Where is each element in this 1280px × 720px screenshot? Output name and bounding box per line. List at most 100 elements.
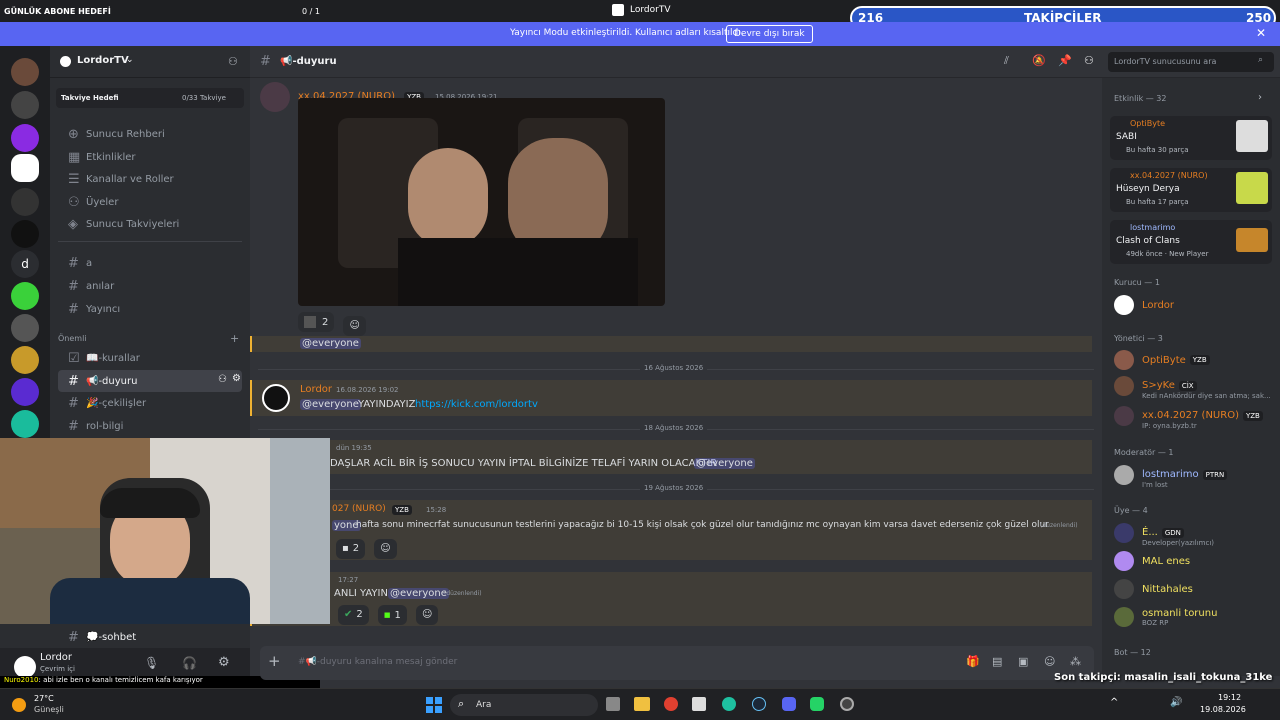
emoji-icon[interactable]: ☺ [1044,655,1055,668]
attached-image[interactable] [298,98,665,306]
mute-icon[interactable]: 🔕 [1032,54,1046,67]
server-icon[interactable] [11,124,39,152]
reaction[interactable]: ■ 1 [377,605,407,625]
obs-icon[interactable] [840,697,854,711]
sticker-icon[interactable]: ▣ [1018,655,1028,668]
member-item[interactable]: OptiByte YZB [1114,349,1274,371]
server-icon[interactable] [11,378,39,406]
boost-icon: ◈ [68,216,78,232]
headphones-icon[interactable]: 🎧 [182,656,197,670]
server-icon[interactable]: d [11,250,39,278]
windows-start-icon[interactable] [426,697,442,713]
app-icon[interactable] [692,697,706,711]
activity-card[interactable]: lostmarimo Clash of Clans 49dk önce · Ne… [1110,220,1272,264]
avatar[interactable] [262,384,290,412]
channel-rol-bilgi[interactable]: # rol-bilgi [58,415,242,437]
member-item[interactable]: osmanli torunu BOZ RP [1114,604,1274,630]
volume-icon[interactable]: 🔊 [1170,697,1182,708]
member-item[interactable]: MAL enes [1114,550,1274,572]
gift-icon[interactable]: 🎁 [966,655,980,668]
server-icon[interactable] [11,346,39,374]
settings-gear-icon[interactable]: ⚙ [218,655,230,670]
channel-duyuru[interactable]: # 📢-duyuru ⚇ ⚙ [58,370,242,392]
nav-channels-roles[interactable]: ☰ Kanallar ve Roller [58,168,242,190]
server-icon[interactable] [11,220,39,248]
server-icon[interactable] [11,58,39,86]
avatar[interactable] [260,82,290,112]
reaction[interactable]: 2 [298,312,335,332]
channel-yayinci[interactable]: # Yayıncı [58,298,242,320]
weather-temp[interactable]: 27°C [34,694,54,703]
server-icon[interactable] [11,91,39,119]
tray-chevron-icon[interactable]: ^ [1110,697,1118,708]
server-header[interactable]: LordorTV ⌄ ⚇ [50,46,250,78]
member-item[interactable]: Lordor [1114,294,1274,316]
clock-date[interactable]: 19.08.2026 [1200,705,1246,714]
server-icon[interactable] [11,188,39,216]
message-author[interactable]: Lordor [300,384,332,395]
boost-goal[interactable]: Takviye Hedefi 0/33 Takviye [56,88,244,108]
message-input[interactable]: #📢-duyuru kanalına mesaj gönder [298,657,457,667]
message-author[interactable]: 027 (NURO) [332,504,386,514]
add-user-icon[interactable]: ⚇ [228,55,238,68]
reaction[interactable]: ✔ 2 [338,604,369,625]
close-icon[interactable]: ✕ [1256,26,1266,40]
add-reaction-button[interactable]: ☺ [415,604,439,625]
channel-cekilisler[interactable]: # 🎉-çekilişler [58,392,242,414]
server-icon[interactable] [11,282,39,310]
add-member-icon[interactable]: ⚇ [218,374,227,385]
reaction[interactable]: ▪ 2 [336,538,366,559]
mention[interactable]: @everyone [300,399,361,410]
file-explorer-icon[interactable] [634,697,650,711]
gif-icon[interactable]: ▤ [992,655,1002,668]
discord-icon[interactable] [782,697,796,711]
add-channel-icon[interactable]: + [230,332,239,345]
task-view-icon[interactable] [606,697,620,711]
nav-server-guide[interactable]: ⊕ Sunucu Rehberi [58,123,242,145]
member-list-icon[interactable]: ⚇ [1084,54,1094,67]
channel-a[interactable]: # a [58,252,242,274]
microphone-icon[interactable]: 🎙 [144,656,159,670]
server-icon[interactable] [11,410,39,438]
chevron-right-icon[interactable]: › [1258,92,1262,103]
add-reaction-button[interactable]: ☺ [374,538,397,559]
role-header: Yönetici — 3 [1114,334,1163,343]
pin-icon[interactable]: 📌 [1058,54,1072,67]
member-item[interactable]: S>yKe CİX Kedi nAnkördür diye san atma; sa… [1114,373,1274,400]
steam-icon[interactable] [752,697,766,711]
edge-icon[interactable] [722,697,736,711]
channel-anilar[interactable]: # anılar [58,275,242,297]
chrome-icon[interactable] [664,697,678,711]
nav-server-boosts[interactable]: ◈ Sunucu Takviyeleri [58,213,242,235]
taskbar-search[interactable]: ⌕ Ara [450,694,598,716]
clock-time[interactable]: 19:12 [1218,693,1241,702]
threads-icon[interactable]: ⫽ [1004,54,1009,68]
apps-icon[interactable]: ⁂ [1070,655,1081,668]
activity-title: Clash of Clans [1116,236,1180,246]
mention[interactable]: @everyone [694,458,755,469]
whatsapp-icon[interactable] [810,697,824,711]
add-reaction-button[interactable]: ☺ [343,315,366,336]
avatar[interactable] [14,656,36,678]
channel-sohbet[interactable]: # 💭-sohbet [58,626,238,648]
nav-members[interactable]: ⚇ Üyeler [58,191,242,213]
search-input[interactable]: LordorTV sunucusunu ara ⌕ [1108,52,1274,72]
member-item[interactable]: É... GDN Developer(yazılımcı) [1114,520,1274,547]
nav-events[interactable]: ▦ Etkinlikler [58,146,242,168]
lordortv-server-icon[interactable] [11,154,39,182]
mention[interactable]: @everyone [388,588,449,599]
member-item[interactable]: lostmarimo PTRN I'm lost [1114,462,1274,489]
message-link[interactable]: https://kick.com/lordortv [415,399,538,410]
server-icon[interactable] [11,314,39,342]
category-onemli[interactable]: Önemli [58,334,87,343]
activity-card[interactable]: xx.04.2027 (NURO) Hüseyn Derya Bu hafta … [1110,168,1272,212]
reactions: 2 ☺ [298,312,370,336]
add-attachment-icon[interactable]: + [268,652,281,670]
gear-icon[interactable]: ⚙ [232,373,241,384]
activity-card[interactable]: OptiByte SABI Bu hafta 30 parça [1110,116,1272,160]
member-item[interactable]: Nittahales [1114,578,1274,600]
member-item[interactable]: xx.04.2027 (NURO) YZB IP: oyna.byzb.tr [1114,403,1274,430]
channel-kurallar[interactable]: ☑ 📖-kurallar [58,347,242,369]
disable-streamer-mode-button[interactable]: Devre dışı bırak [726,25,813,43]
mention[interactable]: @everyone [300,338,361,349]
